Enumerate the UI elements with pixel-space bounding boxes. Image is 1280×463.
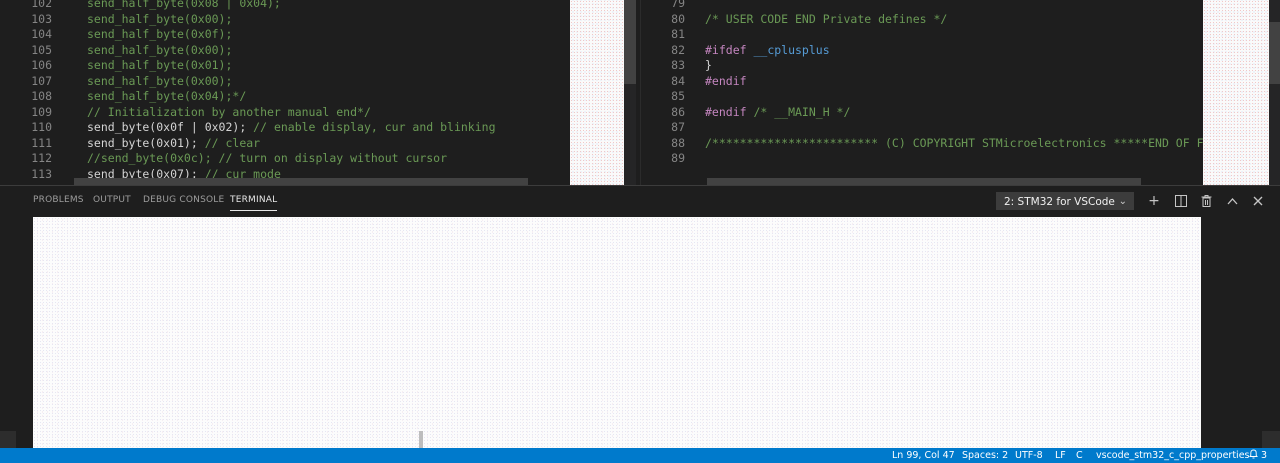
notifications-button[interactable]: 3 (1249, 448, 1267, 463)
vscode-window: 102 send_half_byte(0x08 | 0x04); 103 send_h… (0, 0, 1280, 463)
notification-count: 3 (1261, 450, 1268, 461)
chevron-up-icon[interactable] (1223, 192, 1241, 210)
editor-left[interactable]: 102 send_half_byte(0x08 | 0x04); 103 send_h… (0, 0, 636, 185)
line-number: 109 (31, 104, 52, 119)
line-number: 85 (671, 89, 685, 103)
right-code-line[interactable]: #endif /* __MAIN_H */ (705, 105, 850, 121)
tab-output[interactable]: OUTPUT (93, 195, 131, 205)
language-mode[interactable]: C (1076, 448, 1083, 463)
right-code-line[interactable]: /* USER CODE END Private defines */ (705, 12, 947, 28)
terminal-select-label: 2: STM32 for VSCode (1004, 196, 1115, 208)
left-code-line[interactable]: send_byte(0x0f | 0x02); // enable displa… (87, 120, 496, 136)
right-code-line[interactable]: #endif (705, 74, 747, 90)
bell-icon (1249, 449, 1258, 459)
line-number: 82 (671, 42, 685, 57)
left-code-line[interactable]: send_half_byte(0x0f); (87, 27, 232, 43)
line-number: 113 (31, 166, 52, 181)
left-code-line[interactable]: send_byte(0x01); // clear (87, 136, 260, 152)
panel-left-edge (0, 431, 16, 448)
left-code-line[interactable]: send_half_byte(0x00); (87, 74, 232, 90)
left-code-line[interactable]: // Initialization by another manual end*… (87, 105, 371, 121)
line-number: 86 (671, 104, 685, 119)
cursor-position[interactable]: Ln 99, Col 47 (892, 448, 955, 463)
line-number: 102 (31, 0, 52, 10)
left-code-line[interactable]: send_half_byte(0x00); (87, 43, 232, 59)
encoding-status[interactable]: UTF-8 (1015, 448, 1043, 463)
left-code-line[interactable]: send_half_byte(0x04);*/ (87, 89, 246, 105)
line-number: 110 (31, 120, 52, 134)
left-code-line[interactable]: send_half_byte(0x01); (87, 58, 232, 74)
panel-right-edge (1262, 431, 1280, 448)
left-code-line[interactable]: send_half_byte(0x00); (87, 12, 232, 28)
line-number: 89 (671, 151, 685, 165)
indentation-status[interactable]: Spaces: 2 (962, 448, 1008, 463)
split-icon[interactable] (1172, 192, 1190, 210)
eol-status[interactable]: LF (1055, 448, 1066, 463)
vertical-scroll-thumb-right[interactable] (1269, 22, 1280, 84)
line-number: 84 (671, 73, 685, 88)
line-number: 111 (31, 135, 52, 150)
terminal-scroll-handle[interactable] (419, 431, 423, 448)
line-number: 87 (671, 120, 685, 134)
line-number: 108 (31, 89, 52, 103)
plus-icon[interactable]: + (1145, 192, 1163, 210)
right-code-line[interactable]: /************************ (C) COPYRIGHT … (705, 136, 1210, 152)
cpp-configuration[interactable]: vscode_stm32_c_cpp_properties (1096, 448, 1249, 463)
chevron-down-icon: ⌄ (1118, 196, 1127, 207)
line-number: 79 (671, 0, 685, 10)
line-number: 80 (671, 11, 685, 26)
line-number: 112 (31, 151, 52, 165)
horizontal-scrollbar-left[interactable] (74, 178, 528, 185)
line-number: 107 (31, 73, 52, 88)
vertical-scrollbar-left[interactable] (624, 0, 636, 185)
line-number: 103 (31, 11, 52, 26)
line-number: 88 (671, 135, 685, 150)
left-code-line[interactable]: //send_byte(0x0c); // turn on display wi… (87, 151, 447, 167)
trash-icon[interactable] (1197, 192, 1215, 210)
tab-debug-console[interactable]: DEBUG CONSOLE (143, 195, 224, 205)
vertical-scrollbar-right[interactable] (1269, 0, 1280, 185)
line-number: 105 (31, 42, 52, 57)
close-icon[interactable] (1249, 192, 1267, 210)
vertical-scroll-thumb-left[interactable] (624, 0, 636, 84)
right-code-line[interactable]: #ifdef __cplusplus (705, 43, 830, 59)
horizontal-scrollbar-right[interactable] (707, 178, 1141, 185)
bottom-panel: PROBLEMS OUTPUT DEBUG CONSOLE TERMINAL 2… (0, 185, 1280, 448)
line-number: 83 (671, 58, 685, 72)
status-bar: Ln 99, Col 47 Spaces: 2 UTF-8 LF C vscod… (0, 448, 1280, 463)
tab-terminal[interactable]: TERMINAL (230, 195, 278, 211)
line-number: 104 (31, 27, 52, 41)
line-number: 81 (671, 27, 685, 41)
line-number: 106 (31, 58, 52, 72)
panel-tabs: PROBLEMS OUTPUT DEBUG CONSOLE TERMINAL 2… (0, 186, 1280, 216)
left-code-line[interactable]: send_half_byte(0x08 | 0x04); (87, 0, 281, 12)
tab-problems[interactable]: PROBLEMS (33, 195, 84, 205)
minimap-right[interactable] (1203, 0, 1269, 185)
terminal-select[interactable]: 2: STM32 for VSCode ⌄ (996, 192, 1134, 210)
terminal-output[interactable] (33, 217, 1201, 448)
right-code-line[interactable]: } (705, 58, 712, 74)
editor-right[interactable]: 79 80 /* USER CODE END Private defines */ 8… (640, 0, 1280, 185)
